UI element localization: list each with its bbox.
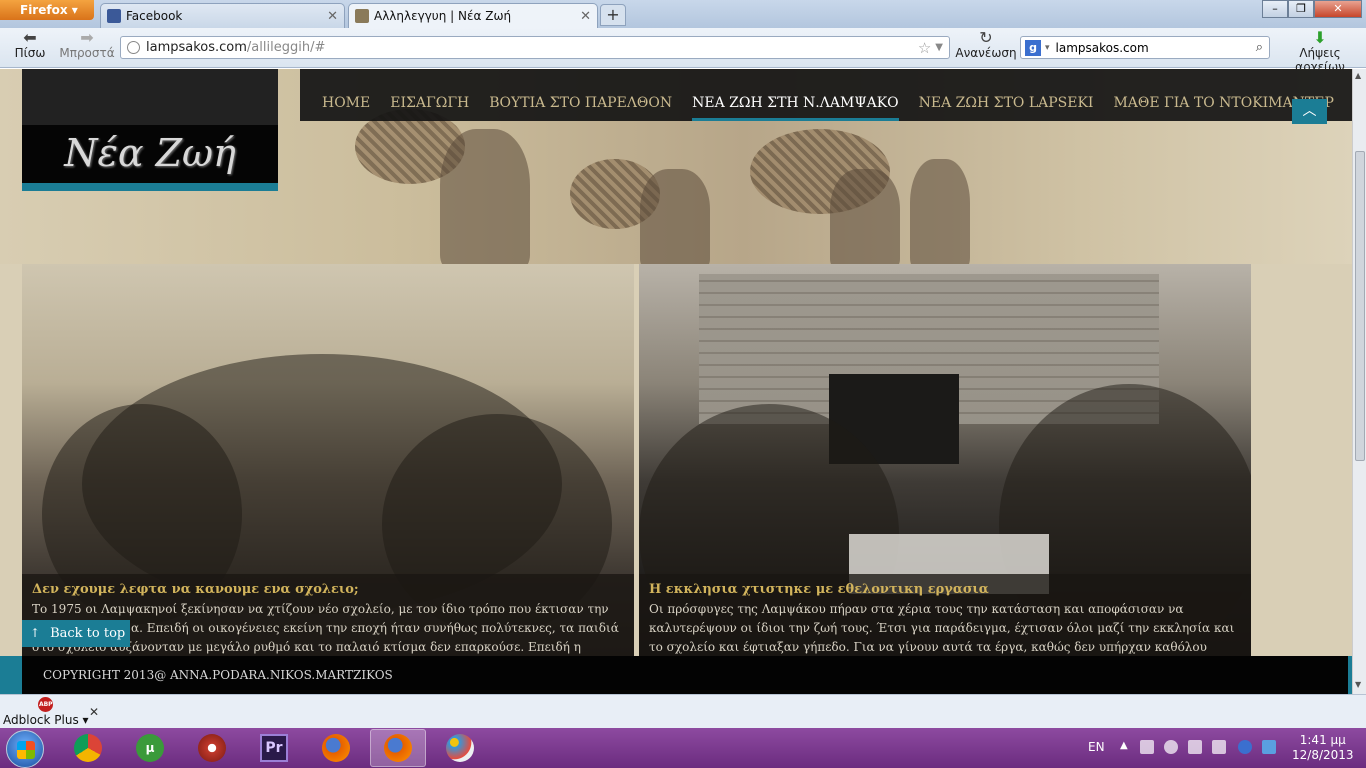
forward-button[interactable]: ➡ Μπροστά [58, 28, 116, 61]
search-bar[interactable]: g ▾ lampsakos.com ⌕ [1020, 36, 1270, 59]
site-logo[interactable]: Νέα Ζωή [22, 125, 278, 191]
paint-icon [446, 734, 474, 762]
title-bar: Firefox ▾ Facebook ✕ Αλληλεγγυη | Νέα Ζω… [0, 0, 1366, 28]
logo-text: Νέα Ζωή [64, 131, 236, 175]
menu-item-nea-zoi-lampsako[interactable]: ΝΕΑ ΖΩΗ ΣΤΗ Ν.ΛΑΜΨΑΚΟ [682, 95, 909, 121]
media-icon [198, 734, 226, 762]
chevron-down-icon: ▾ [71, 3, 78, 17]
start-button[interactable] [6, 730, 44, 768]
language-indicator[interactable]: EN [1088, 740, 1105, 754]
chrome-icon [74, 734, 102, 762]
arrow-left-icon: ⬅ [23, 28, 37, 47]
post-excerpt: Οι πρόσφυγες της Λαμψάκου πήραν στα χέρι… [649, 602, 1235, 660]
facebook-icon [107, 9, 121, 23]
chevron-down-icon: ▾ [82, 713, 89, 727]
engine-dropdown-icon[interactable]: ▾ [1045, 43, 1050, 53]
system-tray: EN ▲ 1:41 μμ 12/8/2013 [1080, 728, 1366, 768]
firefox-icon [322, 734, 350, 762]
windows-taskbar: µ Pr EN ▲ 1:41 μμ 12/8/2013 [0, 728, 1366, 768]
scroll-up-icon[interactable]: ▲ [1355, 71, 1361, 80]
post-title[interactable]: Η εκκλησια χτιστηκε με εθελοντικη εργασι… [649, 582, 1241, 597]
menu-item-voutia[interactable]: ΒΟΥΤΙΑ ΣΤΟ ΠΑΡΕΛΘΟΝ [479, 95, 682, 121]
firefox-menu-button[interactable]: Firefox ▾ [0, 0, 94, 20]
footer: COPYRIGHT 2013@ ANNA.PODARA.NIKOS.MARTZI… [0, 656, 1352, 694]
post-card-school[interactable]: Δεν εχουμε λεφτα να κανουμε ενα σχολειο;… [22, 264, 634, 660]
taskbar-app-chrome[interactable] [60, 729, 116, 767]
window-close-button[interactable]: ✕ [1314, 0, 1362, 18]
logo-top-panel [22, 69, 278, 125]
scroll-down-icon[interactable]: ▼ [1355, 680, 1361, 689]
menu-item-home[interactable]: HOME [312, 95, 380, 121]
maximize-button[interactable]: ❐ [1288, 0, 1314, 18]
new-tab-button[interactable]: + [600, 4, 626, 26]
close-icon[interactable]: ✕ [580, 9, 591, 24]
arrow-right-icon: ➡ [80, 28, 94, 47]
bookmark-star-icon[interactable]: ☆ [918, 39, 931, 57]
taskbar-app-utorrent[interactable]: µ [122, 729, 178, 767]
url-path: /allileggih/# [246, 40, 326, 55]
url-bar[interactable]: lampsakos.com/allileggih/# ☆ ▼ [120, 36, 950, 59]
volume-icon[interactable] [1164, 740, 1178, 754]
main-menu: HOME ΕΙΣΑΓΩΓΗ ΒΟΥΤΙΑ ΣΤΟ ΠΑΡΕΛΘΟΝ ΝΕΑ ΖΩ… [300, 69, 1352, 121]
back-button[interactable]: ⬅ Πίσω [10, 28, 50, 61]
google-icon[interactable]: g [1025, 39, 1041, 56]
premiere-icon: Pr [260, 734, 288, 762]
scroll-thumb[interactable] [1355, 151, 1365, 461]
adblock-icon: ABP [38, 697, 54, 712]
tab-title: Αλληλεγγυη | Νέα Ζωή [374, 9, 512, 23]
tab-allileggih[interactable]: Αλληλεγγυη | Νέα Ζωή ✕ [348, 3, 598, 28]
site-favicon-icon [355, 9, 369, 23]
post-caption: Η εκκλησια χτιστηκε με εθελοντικη εργασι… [639, 574, 1251, 660]
copyright-text: COPYRIGHT 2013@ ANNA.PODARA.NIKOS.MARTZI… [22, 656, 1348, 694]
tab-facebook[interactable]: Facebook ✕ [100, 3, 345, 28]
utorrent-icon: µ [136, 734, 164, 762]
network-icon[interactable] [1140, 740, 1154, 754]
web-page: Νέα Ζωή HOME ΕΙΣΑΓΩΓΗ ΒΟΥΤΙΑ ΣΤΟ ΠΑΡΕΛΘΟ… [0, 69, 1352, 694]
clock[interactable]: 1:41 μμ 12/8/2013 [1292, 733, 1354, 763]
back-to-top-button[interactable]: ↑ Back to top [22, 620, 130, 647]
vertical-scrollbar[interactable]: ▲ ▼ [1352, 69, 1366, 694]
adblock-plus-button[interactable]: ABP Adblock Plus ▾ [3, 697, 89, 727]
post-card-church[interactable]: Η εκκλησια χτιστηκε με εθελοντικη εργασι… [639, 264, 1251, 660]
chevron-up-icon: ︿ [1302, 103, 1317, 119]
battery-icon[interactable] [1212, 740, 1226, 754]
taskbar-app-premiere[interactable]: Pr [246, 729, 302, 767]
dropbox-icon[interactable] [1262, 740, 1276, 754]
app-tray-icon[interactable] [1238, 740, 1252, 754]
show-hidden-icons-icon[interactable]: ▲ [1120, 740, 1128, 751]
menu-item-eisagogi[interactable]: ΕΙΣΑΓΩΓΗ [380, 95, 479, 121]
menu-toggle-button[interactable]: ︿ [1292, 99, 1327, 124]
taskbar-app-firefox-active[interactable] [370, 729, 426, 767]
search-input[interactable]: lampsakos.com [1056, 41, 1149, 55]
url-host: lampsakos.com [146, 40, 247, 55]
reload-button[interactable]: ↻ Ανανέωση [954, 28, 1018, 61]
firefox-active-icon [384, 734, 412, 762]
download-arrow-icon: ⬇ [1313, 28, 1327, 47]
taskbar-app-firefox[interactable] [308, 729, 364, 767]
post-caption: Δεν εχουμε λεφτα να κανουμε ενα σχολειο;… [22, 574, 634, 660]
windows-logo-icon [17, 741, 35, 759]
reload-icon: ↻ [979, 28, 993, 47]
minimize-button[interactable]: – [1262, 0, 1288, 18]
clock-date: 12/8/2013 [1292, 748, 1354, 762]
action-center-icon[interactable] [1188, 740, 1202, 754]
close-icon[interactable]: ✕ [89, 705, 99, 719]
navigation-toolbar: ⬅ Πίσω ➡ Μπροστά lampsakos.com/allileggi… [0, 28, 1366, 74]
close-icon[interactable]: ✕ [327, 9, 338, 24]
addon-bar: ABP Adblock Plus ▾ ✕ [0, 694, 1366, 728]
clock-time: 1:41 μμ [1299, 733, 1346, 747]
globe-icon [127, 41, 140, 54]
arrow-up-icon: ↑ [30, 626, 41, 640]
search-icon[interactable]: ⌕ [1256, 40, 1263, 55]
downloads-button[interactable]: ⬇ Λήψεις αρχείων [1274, 28, 1366, 75]
taskbar-app-media[interactable] [184, 729, 240, 767]
menu-item-nea-zoi-lapseki[interactable]: ΝΕΑ ΖΩΗ ΣΤΟ LAPSEKI [909, 95, 1104, 121]
history-dropdown-icon[interactable]: ▼ [935, 42, 943, 53]
post-title[interactable]: Δεν εχουμε λεφτα να κανουμε ενα σχολειο; [32, 582, 624, 597]
tab-title: Facebook [126, 9, 183, 23]
taskbar-app-paint[interactable] [432, 729, 488, 767]
